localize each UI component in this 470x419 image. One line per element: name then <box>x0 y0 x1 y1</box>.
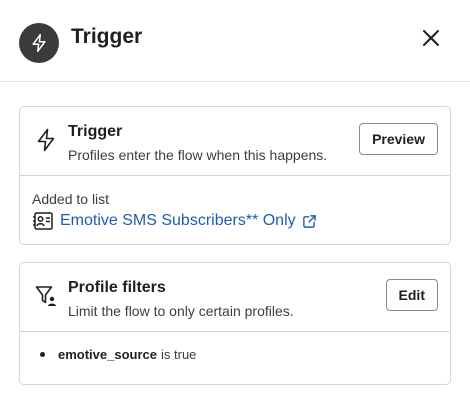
lightning-icon <box>32 33 46 53</box>
lightning-icon <box>37 128 55 152</box>
filter-item: emotive_source is true <box>40 347 196 362</box>
filters-card-subtitle: Limit the flow to only certain profiles. <box>68 303 294 319</box>
trigger-card-title: Trigger <box>68 123 123 140</box>
added-to-list-label: Added to list <box>32 191 110 207</box>
trigger-card-subtitle: Profiles enter the flow when this happen… <box>68 147 328 163</box>
trigger-card: Trigger Profiles enter the flow when thi… <box>19 106 451 245</box>
card-divider <box>20 175 450 176</box>
list-link-label[interactable]: Emotive SMS Subscribers** Only <box>60 212 296 230</box>
close-button[interactable] <box>418 25 444 51</box>
filters-card-title: Profile filters <box>68 279 166 296</box>
trigger-avatar <box>19 23 59 63</box>
bullet <box>40 352 45 357</box>
filter-person-icon <box>35 286 56 306</box>
list-link[interactable]: Emotive SMS Subscribers** Only <box>32 211 317 231</box>
edit-button[interactable]: Edit <box>385 279 438 311</box>
external-link-icon <box>302 214 316 228</box>
panel-header: Trigger <box>0 0 470 82</box>
profile-filters-card: Profile filters Limit the flow to only c… <box>19 262 451 385</box>
card-divider <box>20 331 450 332</box>
filter-condition: is true <box>161 347 197 362</box>
close-icon <box>423 30 439 46</box>
filter-key: emotive_source <box>58 347 157 362</box>
preview-button[interactable]: Preview <box>359 123 438 155</box>
page-title: Trigger <box>71 25 143 48</box>
contact-list-icon <box>33 212 53 230</box>
